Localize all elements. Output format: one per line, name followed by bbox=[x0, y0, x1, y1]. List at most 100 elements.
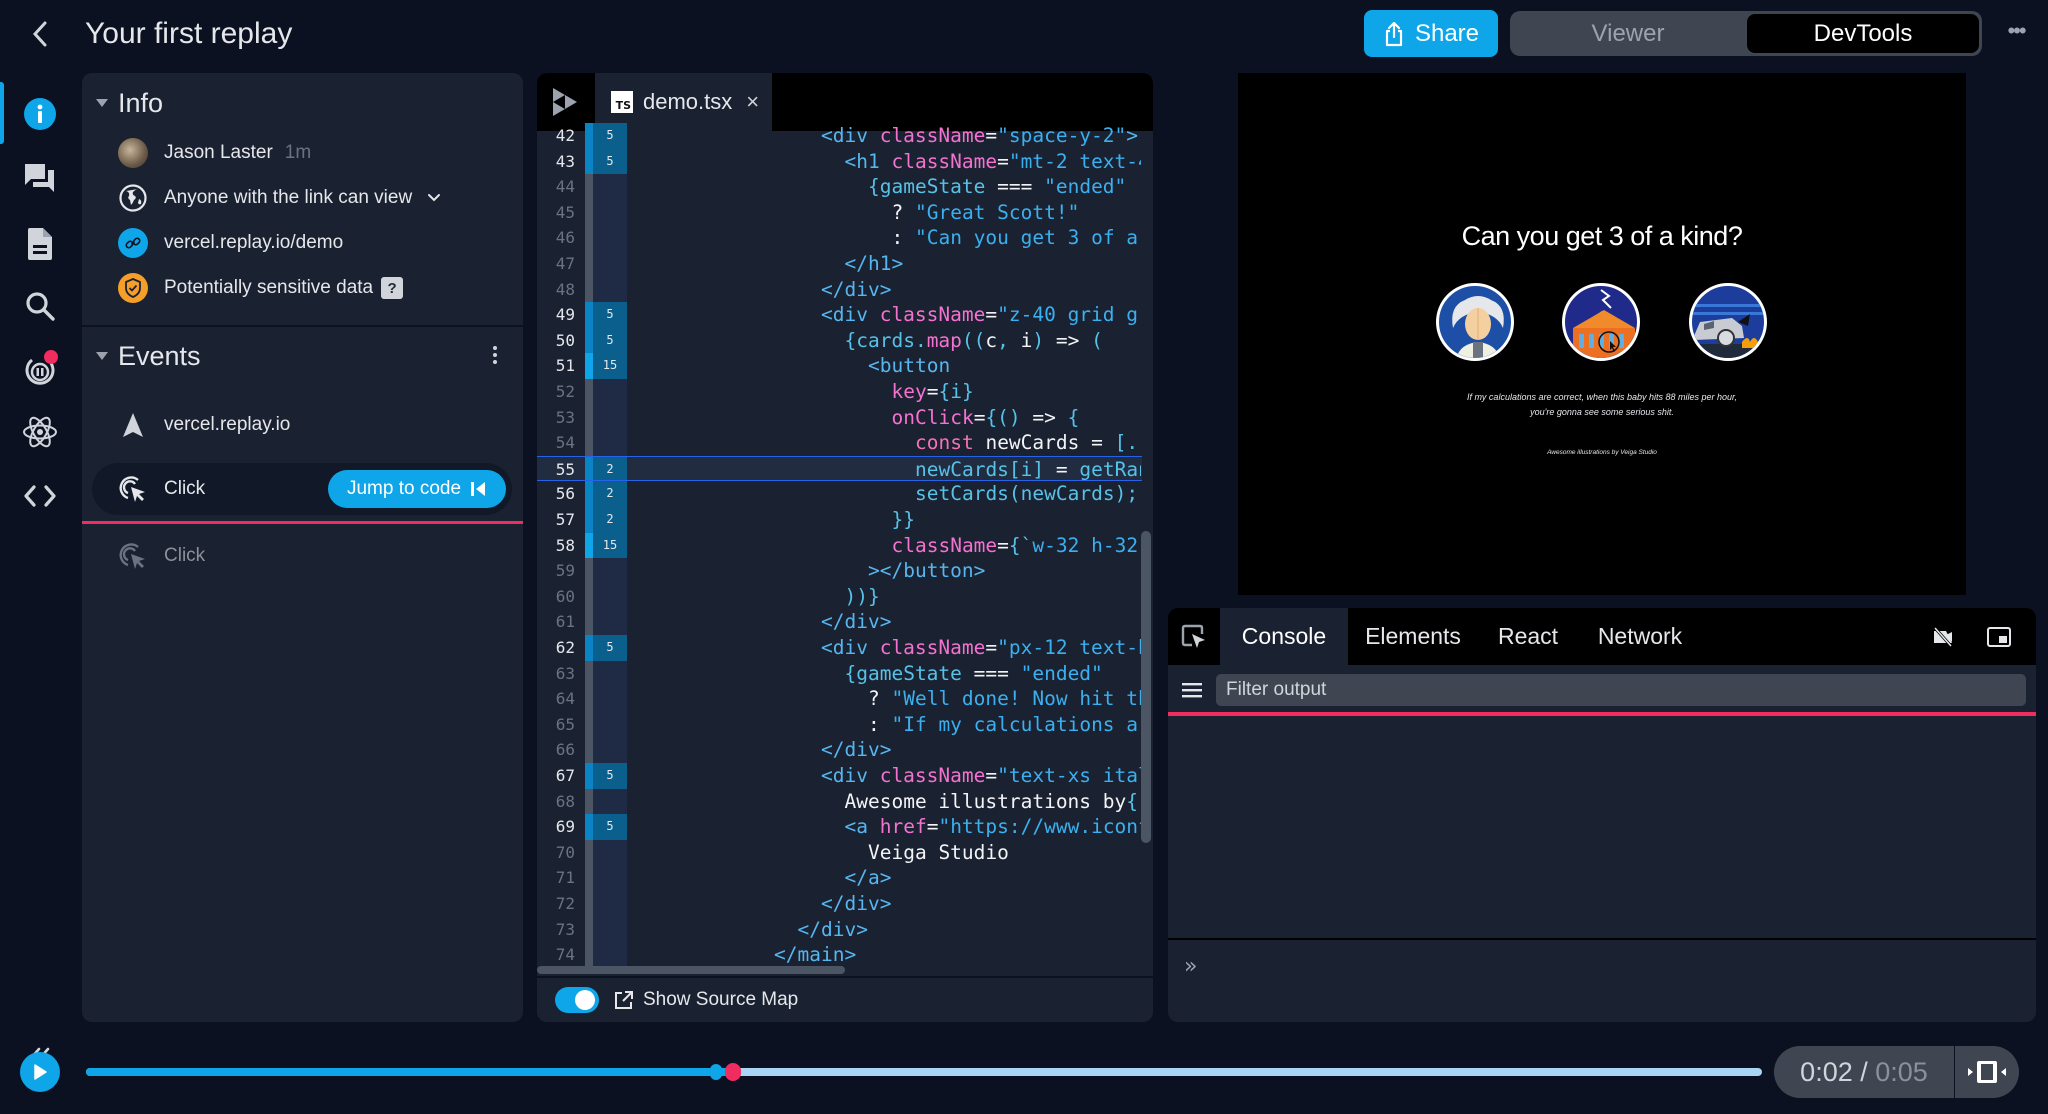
line-number[interactable]: 43 bbox=[537, 149, 575, 175]
line-number[interactable]: 52 bbox=[537, 379, 575, 405]
line-number[interactable]: 51 bbox=[537, 353, 575, 379]
hit-count[interactable] bbox=[593, 558, 627, 584]
hit-count[interactable] bbox=[593, 660, 627, 687]
code-line[interactable]: 48 </div> bbox=[537, 276, 1142, 303]
focus-mode-button[interactable] bbox=[1955, 1046, 2019, 1098]
code-line[interactable]: 44 {gameState === "ended" bbox=[537, 174, 1142, 200]
code-line[interactable]: 45? "Great Scott!" bbox=[537, 199, 1142, 226]
code-line[interactable]: 435<h1 className="mt-2 text-4xl f bbox=[537, 148, 1142, 175]
help-icon[interactable]: ? bbox=[381, 277, 404, 299]
tab-react[interactable]: React bbox=[1478, 608, 1578, 665]
code-line[interactable]: 625<div className="px-12 text-base bbox=[537, 635, 1142, 661]
code-line[interactable]: 5815className={`w-32 h-32 bg-c bbox=[537, 532, 1142, 559]
devtools-mode-button[interactable]: DevTools bbox=[1747, 14, 1979, 53]
code-line[interactable]: 66 </div> bbox=[537, 737, 1142, 763]
events-menu-button[interactable] bbox=[485, 341, 505, 369]
line-number[interactable]: 57 bbox=[537, 507, 575, 533]
line-number[interactable]: 54 bbox=[537, 430, 575, 456]
code-line[interactable]: 495<div className="z-40 grid grid-c bbox=[537, 302, 1142, 328]
hit-count[interactable]: 5 bbox=[593, 814, 627, 840]
hit-count[interactable]: 5 bbox=[593, 763, 627, 789]
hit-count[interactable] bbox=[593, 916, 627, 943]
hit-count[interactable] bbox=[593, 583, 627, 610]
external-link-icon[interactable] bbox=[613, 989, 635, 1011]
line-number[interactable]: 61 bbox=[537, 609, 575, 635]
events-section-header[interactable]: Events bbox=[82, 328, 523, 384]
rail-item-comments[interactable] bbox=[16, 154, 64, 202]
hit-count[interactable] bbox=[593, 737, 627, 763]
replay-url-row[interactable]: vercel.replay.io/demo bbox=[118, 225, 343, 261]
line-number[interactable]: 53 bbox=[537, 405, 575, 431]
more-options-button[interactable]: ••• bbox=[1998, 18, 2034, 46]
show-source-map-toggle[interactable] bbox=[555, 987, 599, 1013]
line-number[interactable]: 49 bbox=[537, 302, 575, 328]
filter-menu-button[interactable] bbox=[1172, 670, 1212, 710]
code-line[interactable]: 65: "If my calculations are co bbox=[537, 711, 1142, 738]
code-line[interactable]: 67 5<div className="text-xs italic"> bbox=[537, 763, 1142, 789]
console-eval-input[interactable] bbox=[1212, 948, 2012, 984]
event-item-click-future[interactable]: Click bbox=[92, 530, 512, 582]
viewer-mode-button[interactable]: Viewer bbox=[1510, 11, 1746, 56]
event-item-navigation[interactable]: vercel.replay.io bbox=[92, 399, 512, 451]
hit-count[interactable] bbox=[593, 404, 627, 431]
hit-count[interactable] bbox=[593, 199, 627, 226]
timeline-scrubber[interactable] bbox=[86, 1063, 1762, 1081]
share-button[interactable]: Share bbox=[1364, 10, 1498, 57]
line-number[interactable]: 65 bbox=[537, 712, 575, 738]
hit-count[interactable] bbox=[593, 251, 627, 277]
code-line[interactable]: 70 Veiga Studio bbox=[537, 839, 1142, 866]
hit-count[interactable]: 5 bbox=[593, 635, 627, 661]
privacy-dropdown[interactable]: Anyone with the link can view bbox=[118, 180, 442, 216]
line-number[interactable]: 46 bbox=[537, 225, 575, 251]
video-preview[interactable]: Can you get 3 of a kind? If my calculati… bbox=[1238, 73, 1966, 595]
hit-count[interactable]: 2 bbox=[593, 507, 627, 533]
code-line[interactable]: 53 onClick={() => { bbox=[537, 404, 1142, 431]
code-line[interactable]: 61 </div> bbox=[537, 609, 1142, 635]
code-line[interactable]: 54 const newCards = [...car bbox=[537, 430, 1142, 456]
timeline-playhead-handle[interactable] bbox=[724, 1063, 741, 1081]
code-line[interactable]: 42 5 <div className="space-y-2"> bbox=[537, 123, 1142, 149]
doc-brown-card[interactable] bbox=[1436, 283, 1514, 361]
code-line[interactable]: 695<a href="https://www.iconfinde bbox=[537, 814, 1142, 840]
back-button[interactable] bbox=[24, 14, 56, 54]
hit-count[interactable]: 5 bbox=[593, 123, 627, 149]
tab-elements[interactable]: Elements bbox=[1348, 608, 1478, 665]
line-number[interactable]: 68 bbox=[537, 789, 575, 815]
code-line[interactable]: 46: "Can you get 3 of a kind bbox=[537, 225, 1142, 251]
line-number[interactable]: 71 bbox=[537, 865, 575, 891]
line-number[interactable]: 66 bbox=[537, 737, 575, 763]
line-number[interactable]: 45 bbox=[537, 200, 575, 226]
line-number[interactable]: 60 bbox=[537, 584, 575, 610]
hit-count[interactable] bbox=[593, 942, 627, 968]
delorean-card[interactable] bbox=[1689, 283, 1767, 361]
hit-count[interactable]: 15 bbox=[593, 353, 627, 379]
rail-item-replay-assist[interactable] bbox=[16, 346, 64, 394]
rail-item-source-code[interactable] bbox=[16, 472, 64, 520]
line-number[interactable]: 64 bbox=[537, 686, 575, 712]
code-line[interactable]: 74 </main> bbox=[537, 942, 1142, 968]
code-line[interactable]: 64? "Well done! Now hit the st bbox=[537, 686, 1142, 712]
line-number[interactable]: 67 bbox=[537, 763, 575, 789]
line-number[interactable]: 55 bbox=[537, 457, 575, 483]
line-number[interactable]: 69 bbox=[537, 814, 575, 840]
hit-count[interactable] bbox=[593, 430, 627, 456]
line-number[interactable]: 50 bbox=[537, 328, 575, 354]
line-number[interactable]: 72 bbox=[537, 891, 575, 917]
hit-count[interactable] bbox=[593, 379, 627, 405]
line-number[interactable]: 70 bbox=[537, 840, 575, 866]
info-section-header[interactable]: Info bbox=[82, 75, 523, 131]
hit-count[interactable] bbox=[593, 711, 627, 738]
jump-to-code-button[interactable]: Jump to code bbox=[328, 470, 506, 508]
hit-count[interactable] bbox=[593, 276, 627, 303]
code-line[interactable]: 552newCards[i] = getRandomC bbox=[537, 455, 1142, 483]
code-line[interactable]: 47 </h1> bbox=[537, 251, 1142, 277]
hit-count[interactable] bbox=[593, 686, 627, 712]
line-number[interactable]: 42 bbox=[537, 123, 575, 149]
rail-item-search[interactable] bbox=[16, 282, 64, 330]
code-viewer[interactable]: 42 5 <div className="space-y-2"> 43 5 <h1 cla… bbox=[537, 123, 1153, 1022]
clock-tower-card[interactable] bbox=[1562, 283, 1640, 361]
code-line[interactable]: 72 </div> bbox=[537, 891, 1142, 917]
line-number[interactable]: 44 bbox=[537, 174, 575, 200]
line-number[interactable]: 63 bbox=[537, 661, 575, 687]
tab-network[interactable]: Network bbox=[1578, 608, 1702, 665]
